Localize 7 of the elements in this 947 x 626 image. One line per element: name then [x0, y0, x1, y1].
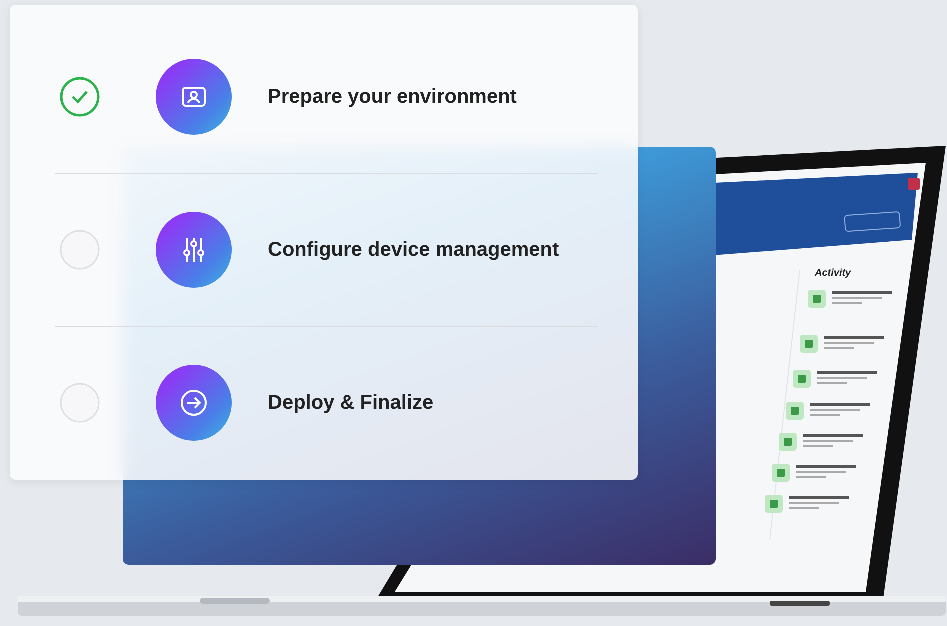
step-label: Configure device management [268, 238, 560, 262]
activity-heading: Activity [815, 268, 852, 279]
empty-circle-icon[interactable] [60, 383, 100, 423]
step-label: Deploy & Finalize [268, 392, 434, 414]
step-label: Prepare your environment [268, 86, 517, 108]
checkmark-circle-icon[interactable] [60, 77, 100, 117]
empty-circle-icon[interactable] [60, 230, 100, 270]
